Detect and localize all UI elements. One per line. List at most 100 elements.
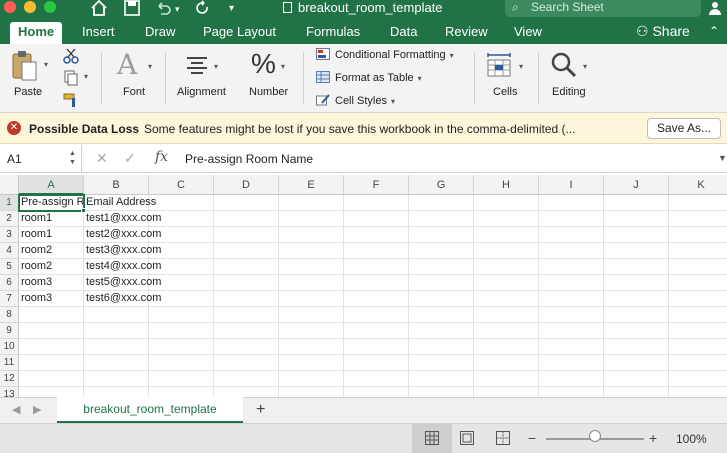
expand-formula-bar-icon[interactable]: ▼ [718, 153, 727, 163]
cell-c13[interactable] [149, 387, 214, 397]
cell-i7[interactable] [539, 291, 604, 307]
column-header-h[interactable]: H [474, 175, 539, 195]
conditional-formatting-button[interactable]: Conditional Formatting ▾ [316, 48, 454, 61]
column-header-d[interactable]: D [214, 175, 279, 195]
tab-data[interactable]: Data [390, 22, 417, 44]
previous-sheet-icon[interactable]: ◀ [12, 403, 20, 416]
home-icon[interactable] [90, 0, 108, 16]
cell-b8[interactable] [84, 307, 149, 323]
window-close-button[interactable] [4, 1, 16, 13]
cell-h2[interactable] [474, 211, 539, 227]
cell-k11[interactable] [669, 355, 727, 371]
cell-e1[interactable] [279, 195, 344, 211]
tab-home[interactable]: Home [10, 22, 63, 44]
cell-e11[interactable] [279, 355, 344, 371]
cell-h3[interactable] [474, 227, 539, 243]
cell-a4[interactable]: room2 [19, 243, 84, 259]
cell-a13[interactable] [19, 387, 84, 397]
share-button[interactable]: ⚇ Share [636, 22, 690, 40]
cell-b12[interactable] [84, 371, 149, 387]
error-close-icon[interactable]: ✕ [7, 121, 21, 135]
cell-h12[interactable] [474, 371, 539, 387]
cell-j8[interactable] [604, 307, 669, 323]
row-header-9[interactable]: 9 [0, 323, 19, 339]
cell-d6[interactable] [214, 275, 279, 291]
worksheet-grid[interactable]: ABCDEFGHIJK 1Pre-assign Room NameEmail Ad… [0, 175, 727, 397]
save-as-button[interactable]: Save As... [647, 118, 721, 139]
cell-k7[interactable] [669, 291, 727, 307]
cell-e3[interactable] [279, 227, 344, 243]
undo-dropdown-icon[interactable]: ▾ [175, 1, 180, 17]
tab-formulas[interactable]: Formulas [306, 22, 360, 44]
cell-b1[interactable]: Email Address [84, 195, 156, 211]
zoom-percentage[interactable]: 100% [676, 432, 707, 446]
collapse-ribbon-icon[interactable]: ⌃ [709, 22, 719, 40]
cell-a10[interactable] [19, 339, 84, 355]
cell-j10[interactable] [604, 339, 669, 355]
cell-j2[interactable] [604, 211, 669, 227]
cell-e9[interactable] [279, 323, 344, 339]
cell-a6[interactable]: room3 [19, 275, 84, 291]
page-break-view-button[interactable] [483, 424, 523, 453]
copy-icon[interactable] [63, 70, 79, 86]
cell-a9[interactable] [19, 323, 84, 339]
cell-g6[interactable] [409, 275, 474, 291]
cell-c4[interactable] [149, 243, 214, 259]
cell-a5[interactable]: room2 [19, 259, 84, 275]
cell-f1[interactable] [344, 195, 409, 211]
cell-f10[interactable] [344, 339, 409, 355]
cell-b4[interactable]: test3@xxx.com [84, 243, 161, 259]
cell-f11[interactable] [344, 355, 409, 371]
cell-j11[interactable] [604, 355, 669, 371]
cell-a11[interactable] [19, 355, 84, 371]
cell-h5[interactable] [474, 259, 539, 275]
cell-f2[interactable] [344, 211, 409, 227]
number-button[interactable]: % ▾ Number [245, 44, 297, 113]
insert-function-button[interactable]: fx [155, 149, 168, 165]
account-icon[interactable] [708, 1, 722, 15]
formula-input[interactable]: Pre-assign Room Name [185, 152, 313, 166]
cell-h9[interactable] [474, 323, 539, 339]
cell-i10[interactable] [539, 339, 604, 355]
cell-b5[interactable]: test4@xxx.com [84, 259, 161, 275]
cell-i11[interactable] [539, 355, 604, 371]
format-painter-icon[interactable] [63, 92, 79, 108]
cell-f8[interactable] [344, 307, 409, 323]
paste-button[interactable]: ▾ Paste [8, 44, 60, 113]
cell-e12[interactable] [279, 371, 344, 387]
cell-f3[interactable] [344, 227, 409, 243]
cell-e8[interactable] [279, 307, 344, 323]
cell-g13[interactable] [409, 387, 474, 397]
cell-c12[interactable] [149, 371, 214, 387]
cell-a2[interactable]: room1 [19, 211, 84, 227]
cell-k1[interactable] [669, 195, 727, 211]
tab-page-layout[interactable]: Page Layout [203, 22, 276, 44]
row-header-13[interactable]: 13 [0, 387, 19, 397]
cell-e2[interactable] [279, 211, 344, 227]
cell-a3[interactable]: room1 [19, 227, 84, 243]
cell-j12[interactable] [604, 371, 669, 387]
column-header-a[interactable]: A [19, 175, 84, 195]
cell-h1[interactable] [474, 195, 539, 211]
cell-b2[interactable]: test1@xxx.com [84, 211, 161, 227]
cell-c6[interactable] [149, 275, 214, 291]
cell-b7[interactable]: test6@xxx.com [84, 291, 161, 307]
cell-k3[interactable] [669, 227, 727, 243]
cell-i12[interactable] [539, 371, 604, 387]
cell-g2[interactable] [409, 211, 474, 227]
zoom-slider-handle[interactable] [589, 430, 601, 442]
cell-b11[interactable] [84, 355, 149, 371]
cell-c1[interactable] [149, 195, 214, 211]
cell-h11[interactable] [474, 355, 539, 371]
cell-i6[interactable] [539, 275, 604, 291]
cell-d12[interactable] [214, 371, 279, 387]
sheet-tab-breakout-room-template[interactable]: breakout_room_template [57, 397, 243, 423]
cell-g12[interactable] [409, 371, 474, 387]
cell-h10[interactable] [474, 339, 539, 355]
cell-i1[interactable] [539, 195, 604, 211]
cell-h8[interactable] [474, 307, 539, 323]
cell-h6[interactable] [474, 275, 539, 291]
normal-view-button[interactable] [412, 424, 452, 453]
cell-b10[interactable] [84, 339, 149, 355]
cell-h4[interactable] [474, 243, 539, 259]
